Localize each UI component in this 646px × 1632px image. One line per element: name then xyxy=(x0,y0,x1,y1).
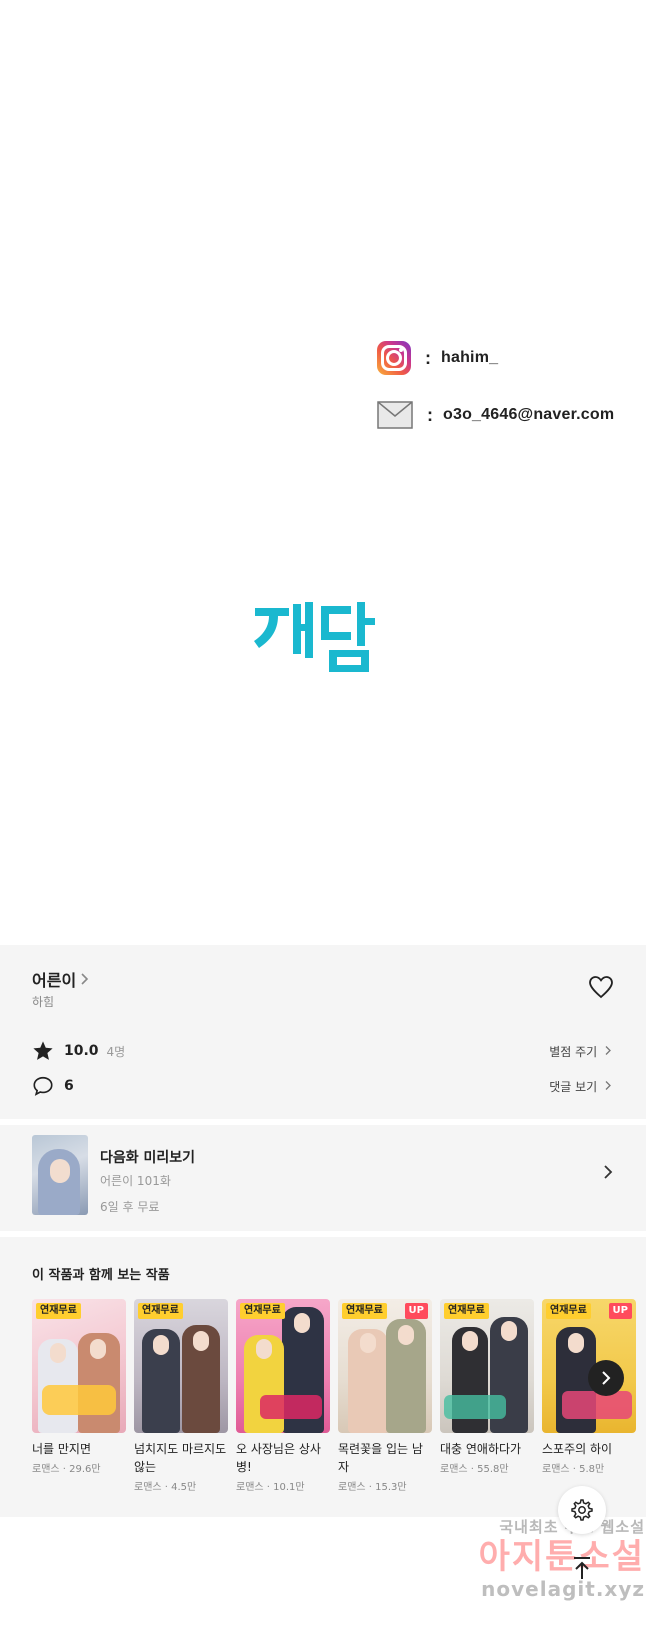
view-comments-label: 댓글 보기 xyxy=(549,1080,598,1094)
next-episode-thumbnail xyxy=(32,1135,88,1215)
card-title: 너를 만지면 xyxy=(32,1442,92,1456)
next-episode-number: 어른이 101화 xyxy=(100,1174,171,1188)
free-badge: 연재무료 xyxy=(546,1303,591,1319)
cover-image: 연재무료 xyxy=(134,1299,228,1433)
recommendation-carousel: 연재무료 너를 만지면 로맨스 · 29.6만 연재무료 넘치지도 마르지도 않… xyxy=(32,1299,646,1509)
free-badge: 연재무료 xyxy=(240,1303,285,1319)
free-countdown: 6일 후 무료 xyxy=(100,1200,160,1214)
card-meta: 로맨스 · 55.8만 xyxy=(440,1464,509,1475)
cover-image: 연재무료 xyxy=(32,1299,126,1433)
email-address: o3o_4646@naver.com xyxy=(443,406,615,423)
watermark-tagline: 국내최초 무료 웹소설 xyxy=(499,1518,645,1536)
free-badge: 연재무료 xyxy=(444,1303,489,1319)
carousel-next-button[interactable] xyxy=(588,1360,624,1396)
recommendation-card[interactable]: 연재무료 UP 목련꽃을 입는 남자 로맨스 · 15.3만 xyxy=(338,1299,432,1493)
chevron-right-icon xyxy=(81,973,89,985)
colon-separator: : xyxy=(425,347,431,368)
episode-image-area: : hahim_ : o3o_4646@naver.com xyxy=(0,0,646,945)
cover-image: 연재무료 xyxy=(236,1299,330,1433)
rate-button-label: 별점 주기 xyxy=(549,1045,598,1059)
up-badge: UP xyxy=(608,1303,632,1319)
title-link[interactable]: 어른이 xyxy=(32,967,90,991)
site-watermark: 국내최초 무료 웹소설 아지툰소설 novelagit.xyz xyxy=(445,1516,645,1601)
card-meta: 로맨스 · 10.1만 xyxy=(236,1482,305,1493)
card-meta: 로맨스 · 4.5만 xyxy=(134,1482,197,1493)
cover-image: 연재무료 UP xyxy=(542,1299,636,1433)
work-title: 어른이 xyxy=(32,971,77,990)
section-title: 이 작품과 함께 보는 작품 xyxy=(32,1268,170,1283)
comment-count: 6 xyxy=(64,1078,74,1094)
instagram-icon xyxy=(377,341,411,375)
rating-value: 10.0 xyxy=(64,1043,99,1059)
view-comments-button[interactable]: 댓글 보기 xyxy=(549,1078,612,1095)
recommendations-section: 이 작품과 함께 보는 작품 연재무료 너를 만지면 로맨스 · 29.6만 연… xyxy=(0,1237,646,1517)
chevron-right-icon xyxy=(602,1371,611,1385)
recommendation-card[interactable]: 연재무료 UP 스포주의 하이 로맨스 · 5.8만 xyxy=(542,1299,636,1475)
cover-image: 연재무료 UP xyxy=(338,1299,432,1433)
colon-separator: : xyxy=(427,404,433,425)
recommendation-card[interactable]: 연재무료 대충 연애하다가 로맨스 · 55.8만 xyxy=(440,1299,534,1475)
free-badge: 연재무료 xyxy=(138,1303,183,1319)
card-title: 스포주의 하이 xyxy=(542,1442,613,1456)
instagram-handle: hahim_ xyxy=(441,349,499,366)
recommendation-card[interactable]: 연재무료 오 사장님은 상사병! 로맨스 · 10.1만 xyxy=(236,1299,330,1493)
instagram-contact: : hahim_ xyxy=(377,341,498,375)
rate-button[interactable]: 별점 주기 xyxy=(549,1043,612,1060)
card-title: 오 사장님은 상사병! xyxy=(236,1442,321,1474)
free-badge: 연재무료 xyxy=(36,1303,81,1319)
star-icon xyxy=(33,1041,53,1060)
card-meta: 로맨스 · 5.8만 xyxy=(542,1464,605,1475)
heart-icon[interactable] xyxy=(588,975,614,999)
next-episode-preview[interactable]: 다음화 미리보기 어른이 101화 6일 후 무료 xyxy=(0,1125,646,1231)
gear-icon xyxy=(571,1499,593,1521)
card-meta: 로맨스 · 15.3만 xyxy=(338,1482,407,1493)
arrow-up-icon xyxy=(574,1557,590,1579)
chevron-right-icon xyxy=(604,1165,613,1179)
recommendation-card[interactable]: 연재무료 넘치지도 마르지도 않는 로맨스 · 4.5만 xyxy=(134,1299,228,1493)
watermark-url: novelagit.xyz xyxy=(481,1577,645,1601)
rating-summary: 10.0 4명 xyxy=(32,1040,125,1062)
title-info-panel: 어른이 하힘 10.0 4명 별점 주기 6 댓글 보기 xyxy=(0,945,646,1119)
settings-button[interactable] xyxy=(558,1486,606,1534)
jaedam-logo xyxy=(254,602,375,672)
chevron-right-icon xyxy=(605,1046,611,1055)
card-title: 넘치지도 마르지도 않는 xyxy=(134,1442,227,1474)
next-episode-label: 다음화 미리보기 xyxy=(100,1150,196,1166)
watermark-brand: 아지툰소설 xyxy=(478,1537,645,1577)
up-badge: UP xyxy=(404,1303,428,1319)
rating-count: 4명 xyxy=(106,1044,126,1059)
recommendation-card[interactable]: 연재무료 너를 만지면 로맨스 · 29.6만 xyxy=(32,1299,126,1475)
chevron-right-icon xyxy=(605,1081,611,1090)
comment-icon xyxy=(33,1076,53,1096)
mail-icon xyxy=(377,401,413,429)
email-contact: : o3o_4646@naver.com xyxy=(377,401,614,429)
free-badge: 연재무료 xyxy=(342,1303,387,1319)
scroll-top-button[interactable] xyxy=(558,1544,606,1592)
comment-summary: 6 xyxy=(32,1075,74,1097)
card-title: 대충 연애하다가 xyxy=(440,1442,522,1456)
author-name: 하힘 xyxy=(32,995,55,1009)
cover-image: 연재무료 xyxy=(440,1299,534,1433)
card-meta: 로맨스 · 29.6만 xyxy=(32,1464,101,1475)
card-title: 목련꽃을 입는 남자 xyxy=(338,1442,423,1474)
